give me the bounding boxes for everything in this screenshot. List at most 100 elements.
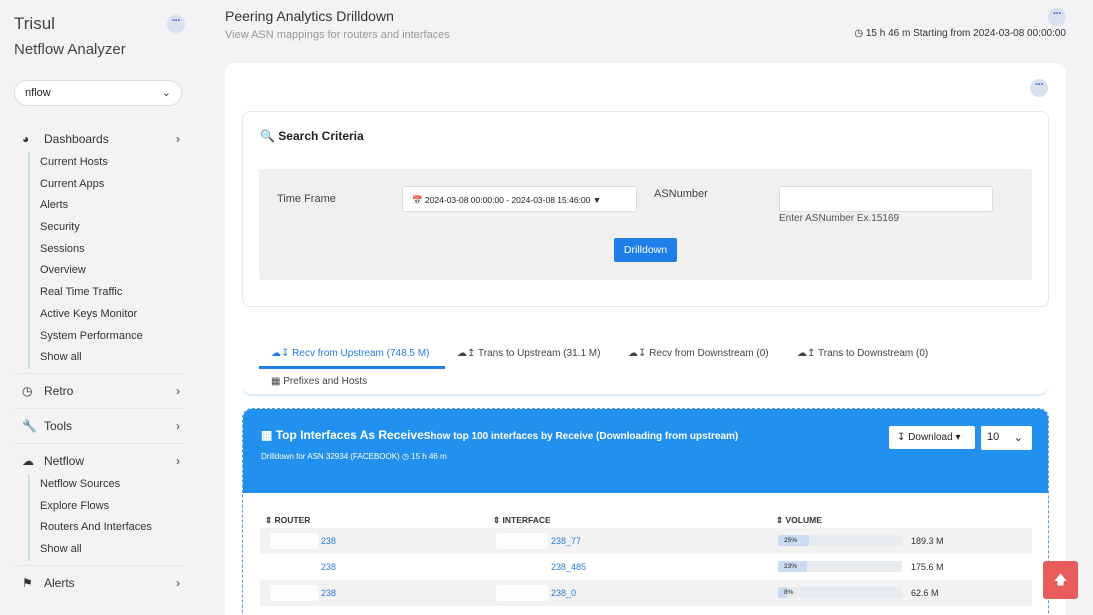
redacted-block: [270, 559, 318, 575]
time-info: ◷ 15 h 46 m Starting from 2024-03-08 00:…: [854, 28, 1066, 39]
interface-link[interactable]: 238_485: [551, 562, 586, 572]
sidebar-subitem[interactable]: Netflow Sources: [40, 474, 184, 496]
time-info-text: 15 h 46 m Starting from 2024-03-08 00:00…: [865, 28, 1066, 39]
dashboard-gauge-icon: ◕: [22, 132, 30, 146]
chevron-right-icon: ›: [176, 575, 180, 590]
volume-bar-fill: 25%: [778, 535, 809, 546]
chevron-right-icon: ›: [176, 453, 180, 468]
router-link[interactable]: 238: [321, 562, 336, 572]
router-link[interactable]: 238: [321, 536, 336, 546]
sort-icon: ⇕: [776, 515, 784, 525]
sidebar-subitem[interactable]: Active Keys Monitor: [40, 304, 184, 326]
sidebar-subitem[interactable]: Explore Flows: [40, 496, 184, 518]
sidebar-subitem[interactable]: Current Apps: [40, 174, 184, 196]
search-form: Time Frame 📅 2024-03-08 00:00:00 - 2024-…: [259, 169, 1032, 280]
tab-label: Recv from Downstream (0): [649, 348, 769, 359]
sidebar-subitem[interactable]: Current Hosts: [40, 152, 184, 174]
sidebar-item-label: Netflow: [44, 453, 85, 468]
caret-down-icon: ▼: [592, 195, 602, 205]
sidebar-menu-icon[interactable]: ···: [167, 15, 185, 33]
cloud-icon: ☁: [22, 453, 34, 468]
drilldown-button[interactable]: Drilldown: [614, 238, 677, 262]
column-header-interface[interactable]: ⇕ INTERFACE: [493, 515, 551, 526]
redacted-block: [496, 533, 548, 549]
arrow-up-icon: 🡅: [1053, 572, 1068, 587]
sidebar-subitem[interactable]: Real Time Traffic: [40, 282, 184, 304]
tab-prefixes-hosts[interactable]: ▦ Prefixes and Hosts: [271, 376, 367, 387]
rows-per-page-select[interactable]: 10 ⌄: [981, 426, 1032, 450]
sidebar-item-alerts[interactable]: ⚑ Alerts ›: [14, 570, 184, 596]
sidebar-item-netflow[interactable]: ☁ Netflow ›: [14, 448, 184, 474]
divider: [14, 564, 184, 566]
clock-icon: ◷: [854, 28, 864, 39]
interface-link[interactable]: 238_77: [551, 536, 581, 546]
sidebar-item-label: Alerts: [44, 575, 75, 590]
search-criteria-card: 🔍 Search Criteria Time Frame 📅 2024-03-0…: [242, 111, 1049, 307]
clock-icon: ◷: [22, 383, 33, 398]
volume-bar: 25%: [778, 535, 902, 546]
timeframe-picker[interactable]: 📅 2024-03-08 00:00:00 - 2024-03-08 15:46…: [402, 186, 637, 212]
sidebar-subitem[interactable]: Security: [40, 217, 184, 239]
nav-group-tools: 🔧 Tools ›: [14, 413, 184, 439]
tab-trans-downstream[interactable]: ☁↥ Trans to Downstream (0): [797, 348, 928, 359]
timeframe-label: Time Frame: [277, 193, 336, 205]
download-button[interactable]: ↧ Download ▾: [889, 426, 975, 449]
sidebar-item-retro[interactable]: ◷ Retro ›: [14, 378, 184, 404]
brand: Trisul Netflow Analyzer: [14, 14, 126, 60]
table-icon: ▦: [261, 428, 273, 442]
router-link[interactable]: 238: [321, 588, 336, 598]
table-row: 238 238_0 8% 62.6 M: [260, 580, 1032, 606]
download-icon: ↧: [897, 432, 906, 443]
column-header-label: VOLUME: [785, 515, 822, 525]
sidebar-subitem[interactable]: Sessions: [40, 239, 184, 261]
sidebar-item-label: Dashboards: [44, 132, 109, 146]
sidebar-subitem[interactable]: System Performance: [40, 326, 184, 348]
scroll-to-top-button[interactable]: 🡅: [1043, 561, 1078, 599]
sidebar-subitem[interactable]: Overview: [40, 260, 184, 282]
column-header-router[interactable]: ⇕ ROUTER: [265, 515, 310, 526]
sidebar-subitem[interactable]: Show all: [40, 539, 184, 561]
header-menu-icon[interactable]: ···: [1048, 8, 1066, 26]
sidebar-subitem[interactable]: Alerts: [40, 195, 184, 217]
panel-title-text: Top Interfaces As Receive: [275, 428, 424, 442]
search-icon: 🔍: [260, 129, 275, 143]
context-select[interactable]: nflow ⌄: [14, 80, 182, 106]
main-card: ··· 🔍 Search Criteria Time Frame 📅 2024-…: [225, 63, 1066, 615]
column-header-volume[interactable]: ⇕ VOLUME: [776, 515, 822, 526]
chevron-down-icon: ⌄: [161, 87, 171, 99]
sort-icon: ⇕: [265, 515, 273, 525]
interface-link[interactable]: 238_0: [551, 588, 576, 598]
tab-trans-upstream[interactable]: ☁↥ Trans to Upstream (31.1 M): [457, 348, 600, 359]
redacted-block: [496, 559, 548, 575]
timeframe-value: 2024-03-08 00:00:00 - 2024-03-08 15:46:0…: [424, 195, 591, 205]
panel-subtitle-text: Drilldown for ASN 32934 (FACEBOOK): [261, 452, 400, 461]
sidebar-item-tools[interactable]: 🔧 Tools ›: [14, 413, 184, 439]
chevron-down-icon: ⌄: [1013, 432, 1023, 444]
volume-bar-fill: 8%: [778, 587, 793, 598]
panel-title: ▦ Top Interfaces As ReceiveShow top 100 …: [261, 428, 738, 442]
sidebar-item-label: Retro: [44, 383, 74, 398]
tab-label: Recv from Upstream (748.5 M): [292, 348, 430, 359]
sidebar-item-dashboards[interactable]: ◕ Dashboards ›: [14, 126, 184, 152]
cloud-upload-icon: ☁↥: [797, 348, 816, 359]
bell-icon: ⚑: [22, 575, 33, 590]
column-header-label: ROUTER: [274, 515, 311, 525]
sidebar-subitem[interactable]: Routers And Interfaces: [40, 517, 184, 539]
volume-value: 175.6 M: [911, 562, 944, 572]
cloud-download-icon: ☁↧: [628, 348, 647, 359]
rows-per-page-value: 10: [987, 431, 1000, 443]
card-menu-icon[interactable]: ···: [1030, 79, 1048, 97]
asn-help-text: Enter ASNumber Ex.15169: [779, 213, 900, 224]
tab-label: Trans to Downstream (0): [818, 348, 929, 359]
volume-bar: 23%: [778, 561, 902, 572]
tab-recv-upstream[interactable]: ☁↧ Recv from Upstream (748.5 M): [271, 348, 429, 359]
sidebar-subitem[interactable]: Show all: [40, 347, 184, 369]
context-select-value: nflow: [25, 87, 51, 99]
tab-recv-downstream[interactable]: ☁↧ Recv from Downstream (0): [628, 348, 769, 359]
volume-bar-fill: 23%: [778, 561, 807, 572]
nav-group-dashboards: ◕ Dashboards › Current Hosts Current App…: [14, 126, 184, 369]
divider: [14, 372, 184, 374]
panel-header: ▦ Top Interfaces As ReceiveShow top 100 …: [243, 409, 1048, 493]
asn-input[interactable]: [779, 186, 993, 212]
panel-duration: 15 h 46 m: [411, 452, 447, 461]
